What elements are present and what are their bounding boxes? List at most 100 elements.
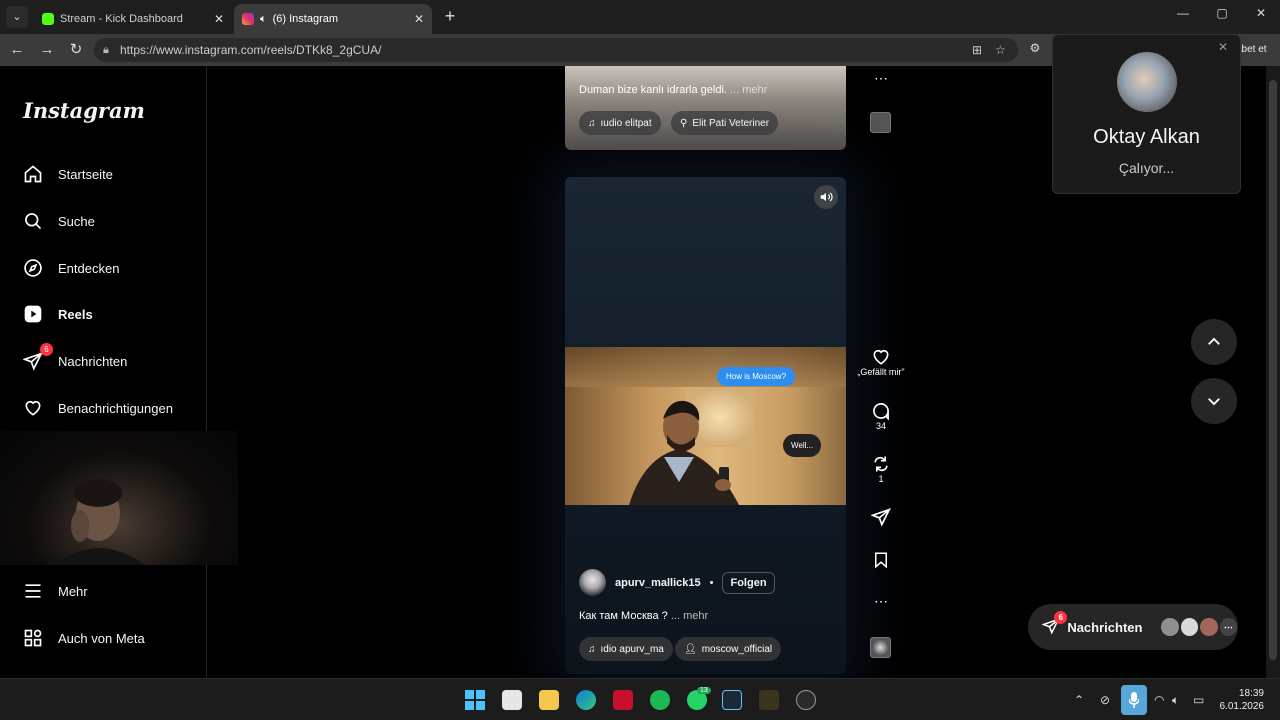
messages-pill-button[interactable]: 6 Nachrichten ⋯ [1028, 604, 1239, 650]
menu-icon [22, 580, 44, 602]
sound-toggle-button[interactable] [814, 185, 838, 209]
reel-video[interactable]: How is Moscow? Well... [565, 347, 846, 505]
minimize-button[interactable]: — [1168, 6, 1198, 20]
file-explorer-icon[interactable] [539, 690, 559, 710]
new-tab-button[interactable]: + [440, 6, 460, 26]
browser-essentials-icon[interactable]: ⚙ [1026, 41, 1044, 59]
steam-icon[interactable] [722, 690, 742, 710]
comment-count: 34 [875, 421, 886, 431]
current-reel[interactable]: How is Moscow? Well... apurv_mallick15 •… [565, 177, 846, 674]
sidebar-item-search[interactable]: Suche [22, 209, 95, 233]
url-bar[interactable]: 🔒︎ https://www.instagram.com/reels/DTKk8… [94, 38, 1018, 62]
location-pin-icon: ⚲ [680, 117, 688, 129]
edge-browser-icon[interactable] [576, 690, 596, 710]
sidebar-item-messages[interactable]: 6 Nachrichten [22, 343, 127, 373]
page-scrollbar[interactable] [1266, 66, 1280, 678]
mcafee-icon[interactable] [613, 690, 633, 710]
windows-start-icon[interactable] [465, 690, 485, 710]
camera-off-icon[interactable]: ⊘ [1100, 693, 1110, 707]
more-options-icon[interactable]: ⋯ [866, 70, 896, 87]
audio-pill[interactable]: ♫ ıudio elitpat [579, 111, 661, 135]
music-note-icon: ♫ [588, 643, 596, 655]
avatar [1160, 617, 1180, 637]
audio-thumbnail[interactable] [870, 112, 891, 133]
more-link[interactable]: ... mehr [730, 84, 767, 96]
kick-favicon-icon [42, 13, 54, 25]
more-avatars-icon: ⋯ [1218, 617, 1239, 637]
app-install-icon[interactable]: ⊞ [972, 38, 982, 62]
like-button[interactable]: „Gefällt mir" [850, 347, 912, 377]
avatar[interactable] [579, 569, 606, 596]
separator-dot: • [709, 576, 714, 589]
repost-icon [874, 456, 888, 472]
scrollbar-thumb[interactable] [1269, 80, 1277, 660]
tab-kick-dashboard[interactable]: Stream - Kick Dashboard ✕ [34, 4, 232, 34]
speaker-icon[interactable]: 🔈︎ [260, 13, 267, 26]
follow-button[interactable]: Folgen [722, 571, 775, 594]
back-button[interactable]: ← [8, 41, 26, 59]
speech-bubble: Well... [783, 434, 822, 457]
author-username[interactable]: apurv_mallick15 [615, 577, 701, 589]
reel-caption: Duman bize kanlı idrarla geldi. ... mehr [579, 84, 768, 96]
sidebar-item-home[interactable]: Startseite [22, 162, 113, 186]
speaker-icon [820, 192, 833, 202]
close-tab-icon[interactable]: ✕ [414, 12, 424, 26]
lock-icon: 🔒︎ [103, 44, 109, 56]
reel-author: apurv_mallick15 • Folgen [579, 569, 775, 596]
close-tab-icon[interactable]: ✕ [214, 12, 224, 26]
volume-icon[interactable]: 🔈︎ [1172, 693, 1179, 708]
sidebar-item-explore[interactable]: Entdecken [22, 256, 119, 280]
reel-caption: Как там Москва ? ... mehr [579, 610, 709, 622]
more-link[interactable]: ... mehr [671, 610, 708, 622]
tagged-user-pill[interactable]: 👤︎ moscow_official [675, 637, 782, 661]
tray-overflow-icon[interactable]: ⌃ [1074, 693, 1084, 707]
sidebar-item-more[interactable]: Mehr [22, 579, 88, 603]
sidebar-item-label: Mehr [58, 583, 88, 599]
comment-icon [873, 403, 889, 421]
tab-instagram[interactable]: 🔈︎ (6) Instagram ✕ [234, 4, 432, 34]
location-pill[interactable]: ⚲ Elit Pati Veteriner [671, 111, 779, 135]
close-icon[interactable]: ✕ [1218, 40, 1228, 54]
system-clock[interactable]: 18:39 6.01.2026 [1216, 687, 1265, 713]
close-window-button[interactable]: ✕ [1246, 6, 1276, 20]
reload-button[interactable]: ↻ [67, 41, 85, 59]
video-ceiling [565, 347, 846, 387]
battery-icon[interactable]: ▭ [1193, 693, 1204, 707]
save-button[interactable] [866, 550, 896, 570]
audio-thumbnail[interactable] [870, 637, 891, 658]
notification-badge: 6 [40, 343, 53, 356]
tab-actions-menu-button[interactable]: ⌄ [6, 6, 28, 28]
sidebar-item-also-from-meta[interactable]: Auch von Meta [22, 626, 145, 650]
bookmark-icon [875, 552, 887, 569]
avatar [1199, 617, 1219, 637]
spotify-icon[interactable] [650, 690, 670, 710]
sidebar-item-reels[interactable]: Reels [22, 302, 93, 326]
previous-reel-button[interactable] [1191, 319, 1237, 365]
messages-pill-label: Nachrichten [1067, 619, 1143, 635]
comment-button[interactable]: 34 [866, 401, 896, 431]
audio-pill[interactable]: ♫ ıdio apurv_ma [579, 637, 673, 661]
tab-title: (6) Instagram [272, 13, 339, 25]
messenger-icon: 6 [1041, 611, 1068, 637]
store-icon[interactable] [502, 690, 522, 710]
wifi-icon[interactable]: ◠ [1154, 693, 1164, 707]
share-button[interactable] [866, 507, 896, 527]
game-app-icon[interactable] [759, 690, 779, 710]
next-reel-button[interactable] [1191, 378, 1237, 424]
microphone-icon[interactable] [1121, 685, 1147, 715]
maximize-button[interactable]: ▢ [1207, 6, 1237, 20]
previous-reel[interactable]: Duman bize kanlı idrarla geldi. ... mehr… [565, 66, 846, 150]
home-icon [22, 163, 44, 185]
obs-icon[interactable] [796, 690, 816, 710]
caller-name: Oktay Alkan [1093, 126, 1200, 148]
more-options-icon[interactable]: ⋯ [866, 593, 896, 610]
forward-button[interactable]: → [38, 41, 56, 59]
instagram-logo[interactable]: Instagram [23, 98, 145, 123]
repost-button[interactable]: 1 [866, 454, 896, 484]
windows-taskbar: 13 ⌃ ⊘ ◠ 🔈︎ ▭ 18:39 6.01.2026 [0, 678, 1280, 720]
sidebar-item-label: Reels [58, 306, 93, 322]
sidebar-item-notifications[interactable]: Benachrichtigungen [22, 396, 173, 420]
search-icon [22, 210, 44, 232]
favorite-star-icon[interactable]: ☆ [995, 38, 1006, 62]
messenger-icon: 6 [22, 343, 53, 372]
